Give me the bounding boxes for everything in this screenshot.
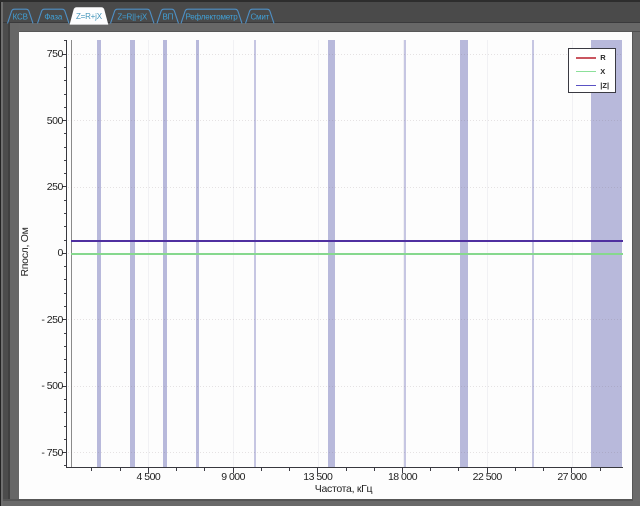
- svg-text:Рефлектометр: Рефлектометр: [186, 12, 239, 21]
- svg-text:Z=R+jX: Z=R+jX: [76, 12, 103, 21]
- svg-text:Z=R||+jX: Z=R||+jX: [117, 12, 148, 21]
- svg-text:Смит: Смит: [250, 12, 269, 21]
- svg-text:ВП: ВП: [162, 12, 173, 21]
- svg-text:Фаза: Фаза: [44, 12, 63, 21]
- svg-text:КСВ: КСВ: [13, 12, 28, 21]
